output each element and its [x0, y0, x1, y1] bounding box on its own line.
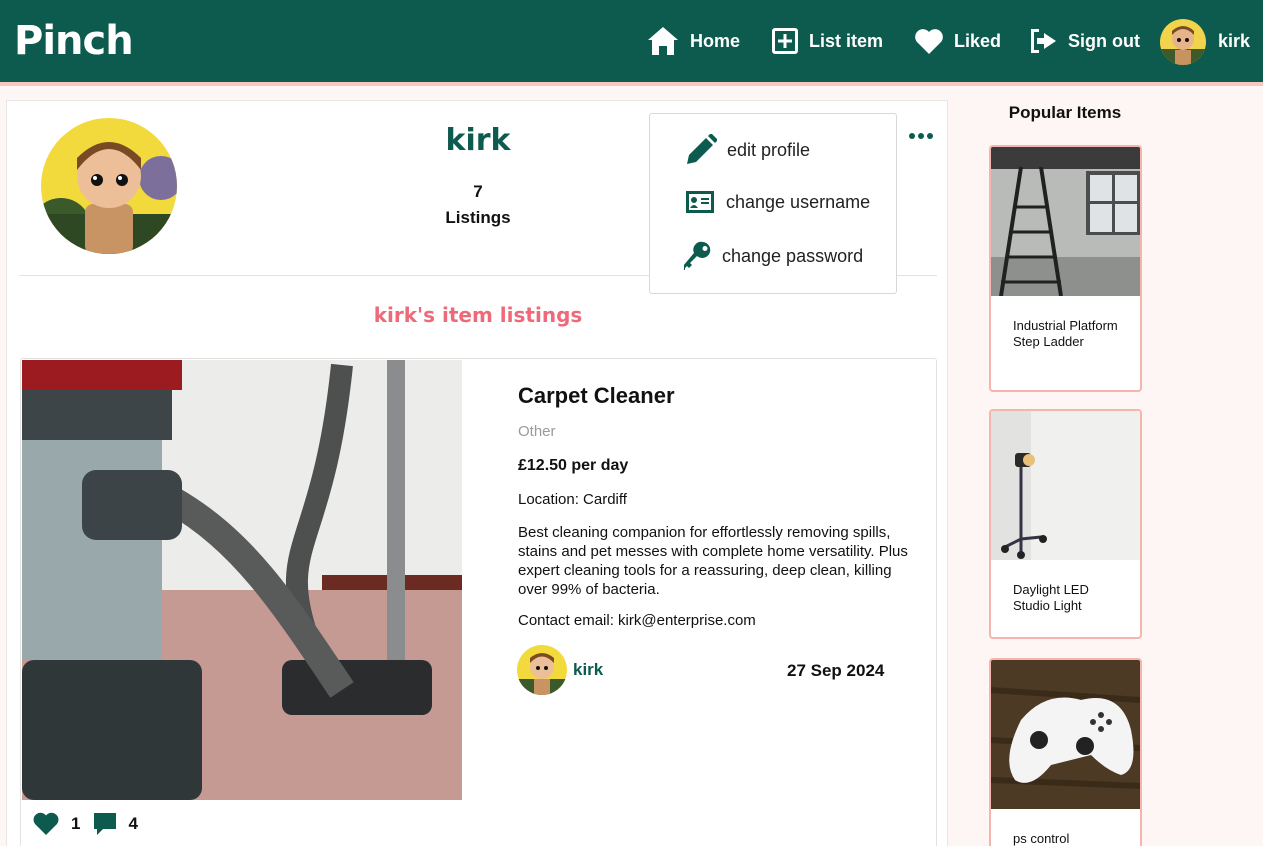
listing-description: Best cleaning companion for effortlessly…	[518, 524, 908, 598]
ellipsis-icon	[909, 133, 915, 139]
menu-edit-profile[interactable]: edit profile	[684, 134, 810, 166]
profile-options-menu: edit profile change username change pass…	[649, 113, 897, 294]
listing-contact-email: Contact email: kirk@enterprise.com	[518, 612, 756, 629]
ellipsis-dot	[927, 133, 933, 139]
listing-card[interactable]: Carpet Cleaner Other £12.50 per day Loca…	[20, 358, 937, 846]
popular-item-image[interactable]	[991, 660, 1140, 809]
popular-item-card[interactable]: Daylight LED Studio Light	[989, 409, 1142, 639]
nav-liked-label: Liked	[954, 30, 1002, 51]
nav-sign-out-label: Sign out	[1068, 30, 1140, 51]
plus-square-icon	[772, 28, 798, 54]
popular-item-card[interactable]: ps control	[989, 658, 1142, 846]
popular-item-image[interactable]	[991, 147, 1140, 296]
listing-date: 27 Sep 2024	[787, 661, 885, 680]
comment-icon[interactable]	[92, 811, 118, 837]
home-icon	[648, 27, 678, 55]
owner-avatar[interactable]	[517, 645, 567, 695]
nav-home-label: Home	[690, 30, 741, 51]
popular-item-card[interactable]: Industrial Platform Step Ladder	[989, 145, 1142, 392]
nav-list-item-label: List item	[809, 30, 884, 51]
nav-list-item[interactable]: List item	[771, 24, 883, 58]
id-card-icon	[686, 191, 714, 213]
more-options-button[interactable]	[906, 121, 936, 151]
popular-item-name[interactable]: ps control	[1013, 831, 1123, 846]
listing-location: Location: Cardiff	[518, 491, 627, 508]
like-heart-icon[interactable]	[33, 812, 59, 836]
key-icon	[684, 241, 711, 270]
listing-image[interactable]	[22, 360, 462, 800]
comment-count: 4	[128, 814, 138, 833]
nav-username[interactable]: kirk	[1218, 31, 1250, 52]
nav-sign-out[interactable]: Sign out	[1028, 24, 1140, 58]
top-navbar: Pinch Home List item Liked Sign out kirk	[0, 0, 1263, 86]
menu-change-password-label: change password	[722, 245, 864, 266]
pencil-icon	[687, 134, 717, 164]
nav-liked[interactable]: Liked	[914, 24, 1001, 58]
nav-user-avatar[interactable]	[1160, 19, 1206, 65]
listing-price: £12.50 per day	[518, 457, 629, 474]
listings-section-title: kirk's item listings	[373, 303, 583, 327]
menu-change-username-label: change username	[726, 191, 871, 212]
menu-edit-profile-label: edit profile	[727, 139, 811, 160]
heart-icon	[915, 29, 943, 54]
popular-items-title: Popular Items	[1008, 103, 1122, 122]
listing-title[interactable]: Carpet Cleaner	[518, 383, 675, 409]
listing-category: Other	[518, 423, 556, 440]
menu-change-password[interactable]: change password	[684, 241, 863, 271]
owner-name[interactable]: kirk	[573, 660, 603, 680]
brand-logo[interactable]: Pinch	[14, 18, 134, 64]
popular-item-image[interactable]	[991, 411, 1140, 560]
menu-change-username[interactable]: change username	[684, 188, 870, 216]
like-count: 1	[71, 814, 81, 833]
popular-item-name[interactable]: Daylight LED Studio Light	[1013, 582, 1123, 614]
ellipsis-dot	[918, 133, 924, 139]
listing-stats: 1 4	[33, 811, 138, 837]
nav-home[interactable]: Home	[646, 24, 740, 58]
popular-item-name[interactable]: Industrial Platform Step Ladder	[1013, 318, 1123, 350]
sign-out-icon	[1031, 29, 1056, 53]
